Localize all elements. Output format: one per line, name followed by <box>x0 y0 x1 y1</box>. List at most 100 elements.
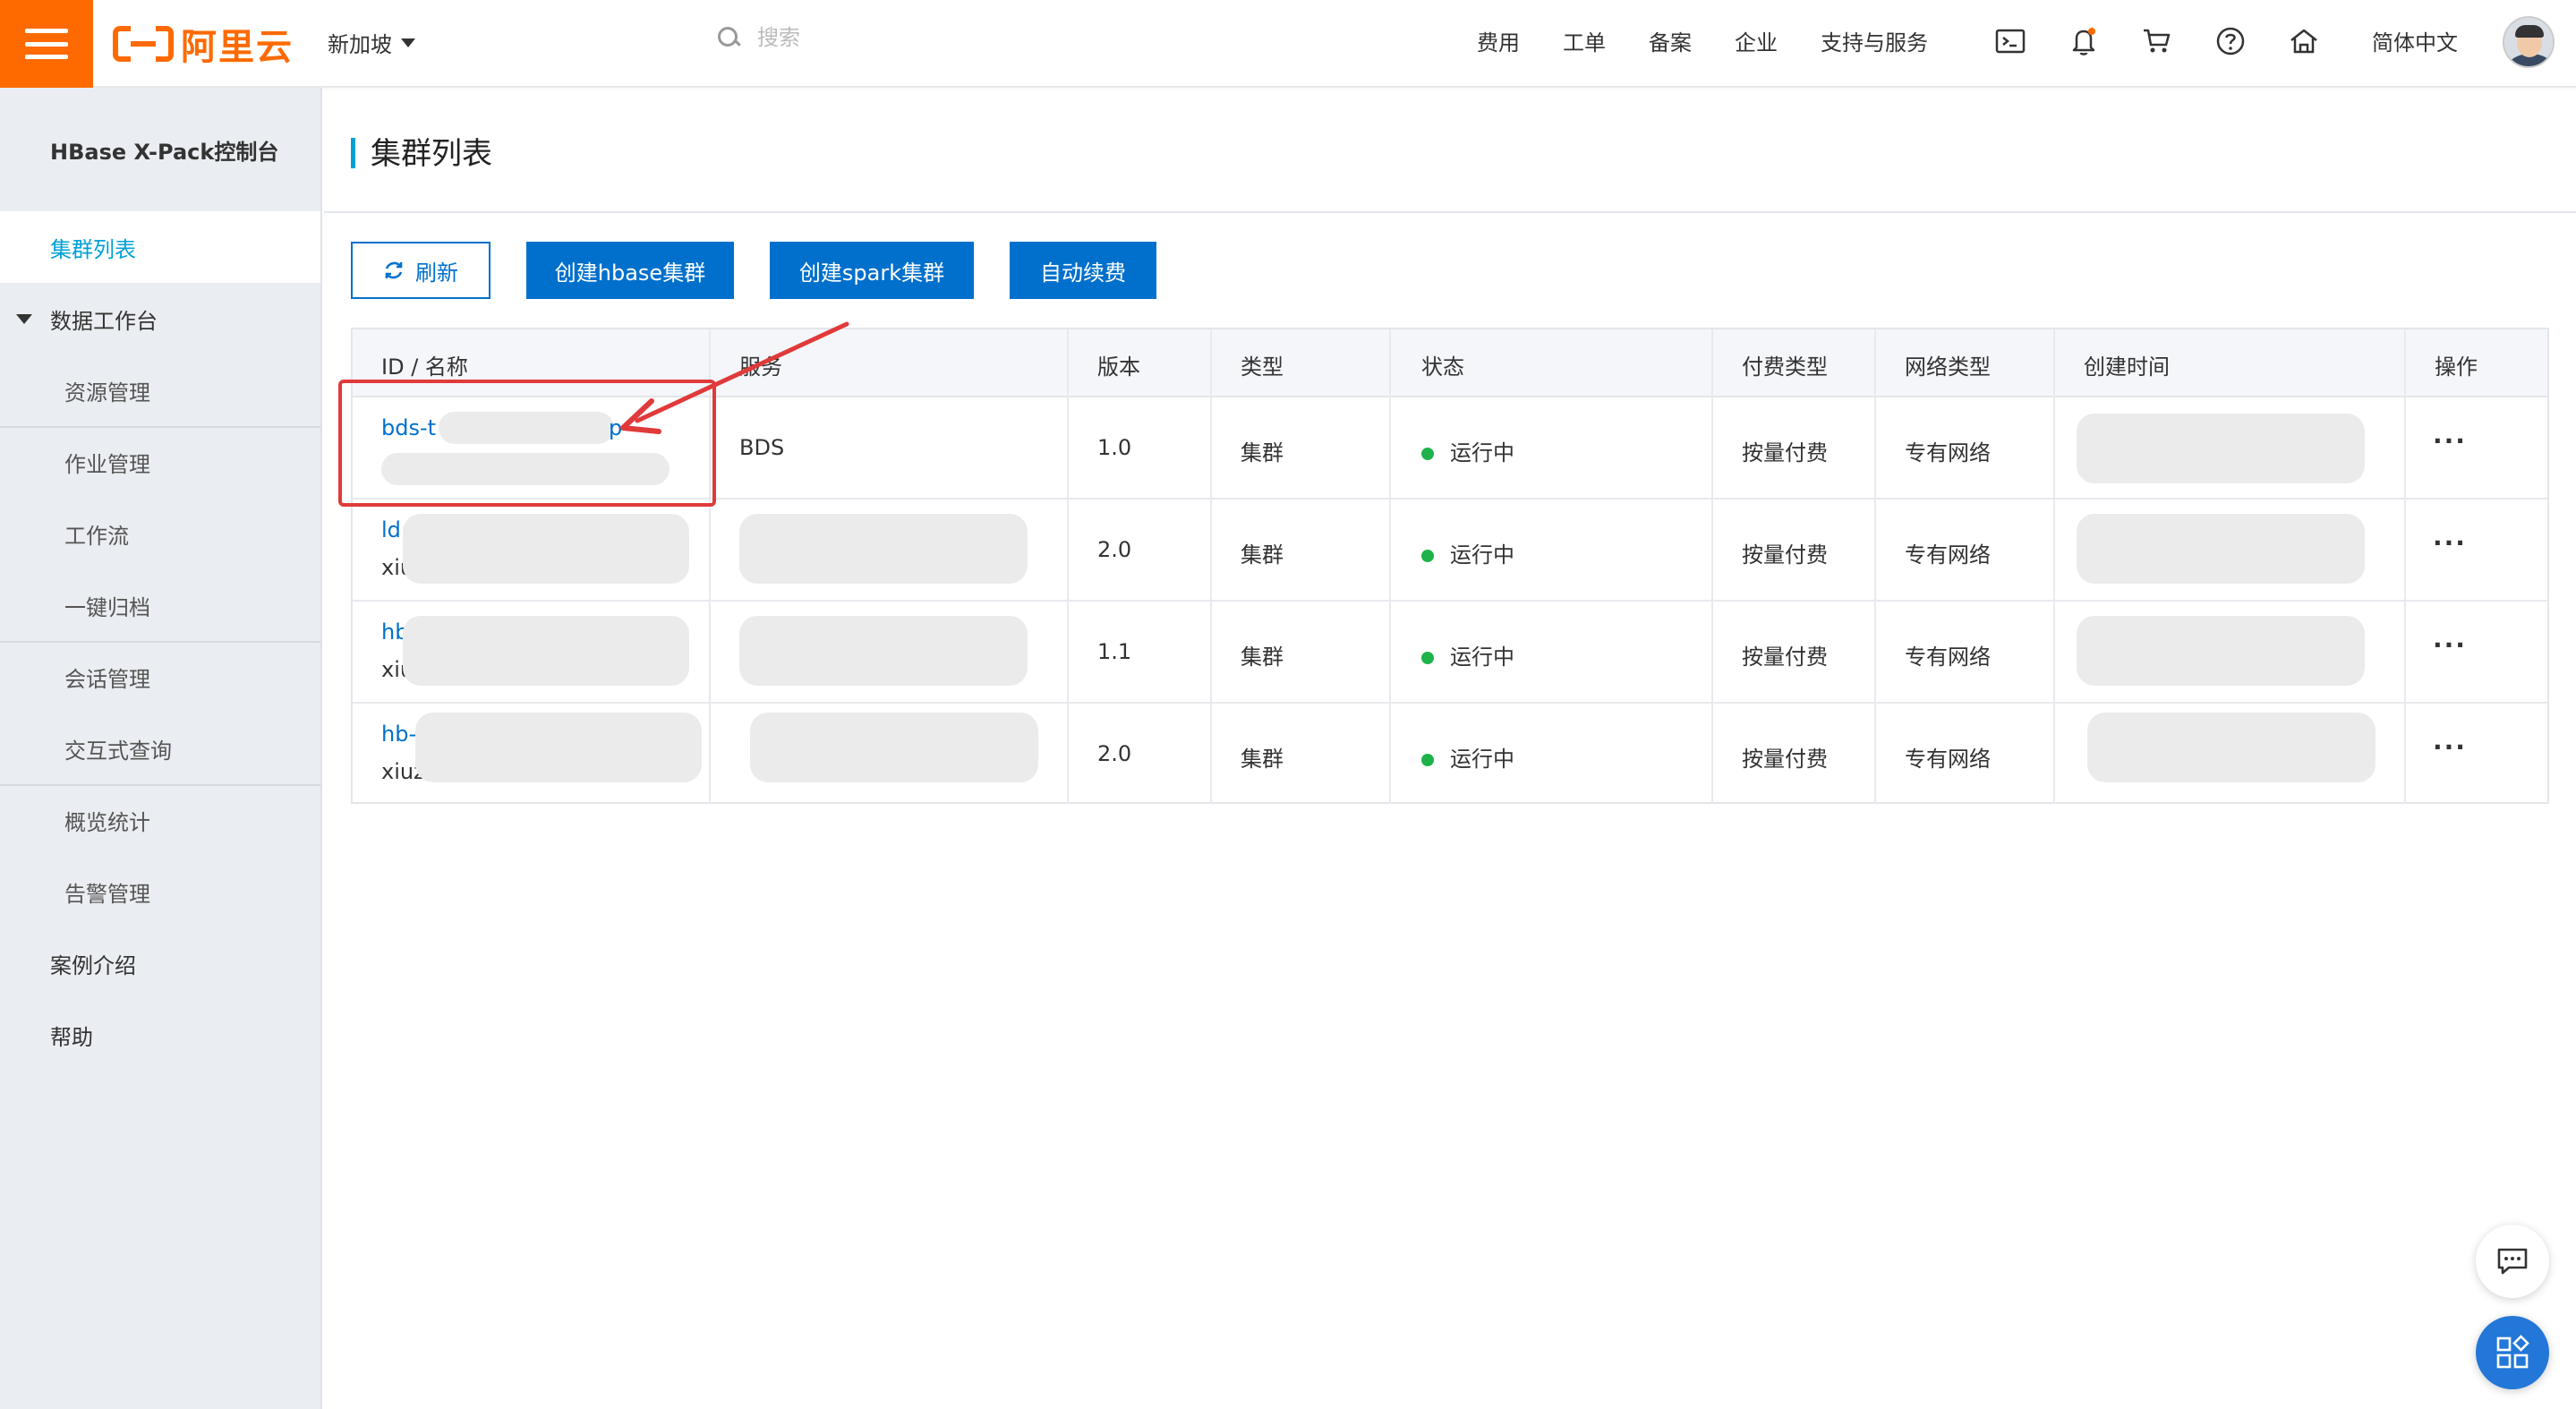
aliyun-logo-icon <box>113 26 174 62</box>
apps-grid-icon <box>2496 1335 2529 1369</box>
sidebar-item-cluster-list[interactable]: 集群列表 <box>0 211 320 283</box>
column-header-type: 类型 <box>1241 354 1284 380</box>
nav-link-billing[interactable]: 费用 <box>1477 25 1520 56</box>
sidebar-item-alert-mgmt[interactable]: 告警管理 <box>0 856 320 927</box>
redacted-created-time <box>2077 514 2365 584</box>
redacted-service <box>739 616 1028 686</box>
title-accent-bar <box>351 138 355 168</box>
nav-link-support[interactable]: 支持与服务 <box>1821 25 1928 56</box>
sidebar-item-label: 数据工作台 <box>50 308 158 334</box>
redacted-service <box>739 514 1028 584</box>
sidebar-item-session-mgmt[interactable]: 会话管理 <box>0 641 320 713</box>
nav-link-enterprise[interactable]: 企业 <box>1735 25 1778 56</box>
chat-icon <box>2497 1248 2528 1275</box>
search-box <box>716 25 1115 50</box>
sidebar-item-label: 集群列表 <box>50 236 136 262</box>
caret-down-icon <box>16 313 32 324</box>
page-header: 集群列表 <box>324 88 2576 213</box>
create-spark-cluster-button[interactable]: 创建spark集群 <box>770 242 974 299</box>
row-actions-menu[interactable]: ··· <box>2433 426 2467 456</box>
sidebar-item-resource-mgmt[interactable]: 资源管理 <box>0 354 320 426</box>
table-row: hb xiu 1.1 集群 运行中 按量付费 专有网络 ··· <box>353 602 2547 704</box>
region-label: 新加坡 <box>328 32 392 57</box>
table-row: ld xiu 2.0 集群 运行中 按量付费 专有网络 ··· <box>353 500 2547 602</box>
refresh-icon <box>385 261 403 279</box>
nav-link-icp[interactable]: 备案 <box>1649 25 1692 56</box>
redacted-id-name <box>403 514 689 584</box>
table-row: hb- xiuz 2.0 集群 运行中 按量付费 专有网络 ··· <box>353 704 2547 806</box>
sidebar-item-workflow[interactable]: 工作流 <box>0 498 320 569</box>
sidebar-item-case-intro[interactable]: 案例介绍 <box>0 927 320 999</box>
row-actions-menu[interactable]: ··· <box>2433 732 2467 762</box>
sidebar-item-overview-stats[interactable]: 概览统计 <box>0 784 320 856</box>
sidebar-item-label: 一键归档 <box>64 594 150 620</box>
sidebar-item-label: 资源管理 <box>64 380 150 406</box>
cluster-id-link[interactable]: hb- <box>381 722 416 747</box>
sidebar-item-label: 作业管理 <box>64 451 150 477</box>
row-actions-menu[interactable]: ··· <box>2433 528 2467 558</box>
sidebar-item-help[interactable]: 帮助 <box>0 999 320 1071</box>
network-value: 专有网络 <box>1905 747 1991 772</box>
page-title: 集群列表 <box>371 136 492 172</box>
search-input[interactable] <box>757 25 1115 50</box>
top-nav-icons <box>1992 23 2322 59</box>
pay-type-value: 按量付费 <box>1742 747 1828 772</box>
cluster-id-link[interactable]: ld <box>381 517 401 542</box>
status-dot-icon <box>1421 754 1434 766</box>
home-icon[interactable] <box>2286 23 2322 59</box>
column-header-status: 状态 <box>1421 354 1464 380</box>
column-header-id-name: ID / 名称 <box>381 354 468 380</box>
version-value: 2.0 <box>1097 741 1132 766</box>
column-header-pay-type: 付费类型 <box>1742 354 1828 380</box>
type-value: 集群 <box>1241 542 1284 568</box>
sidebar-item-label: 案例介绍 <box>50 952 136 978</box>
cart-icon[interactable] <box>2139 23 2175 59</box>
hamburger-menu-button[interactable] <box>0 0 93 88</box>
terminal-icon[interactable] <box>1992 23 2028 59</box>
status-badge: 运行中 <box>1421 639 1514 670</box>
version-value: 1.1 <box>1097 639 1132 664</box>
sidebar-item-label: 告警管理 <box>64 881 150 907</box>
row-actions-menu[interactable]: ··· <box>2433 630 2467 660</box>
column-header-created: 创建时间 <box>2084 354 2170 380</box>
status-dot-icon <box>1421 652 1434 664</box>
column-header-actions: 操作 <box>2435 354 2478 380</box>
status-badge: 运行中 <box>1421 435 1514 466</box>
status-dot-icon <box>1421 550 1434 562</box>
chat-float-button[interactable] <box>2476 1225 2549 1298</box>
region-selector[interactable]: 新加坡 <box>328 27 415 58</box>
user-avatar[interactable] <box>2503 16 2555 68</box>
auto-renew-button[interactable]: 自动续费 <box>1010 242 1156 299</box>
sidebar-item-interactive-query[interactable]: 交互式查询 <box>0 713 320 784</box>
refresh-button[interactable]: 刷新 <box>351 242 490 299</box>
sidebar-item-label: 交互式查询 <box>64 738 172 764</box>
language-selector[interactable]: 简体中文 <box>2372 25 2458 56</box>
status-dot-icon <box>1421 448 1434 460</box>
aliyun-logo[interactable]: 阿里云 <box>113 21 294 68</box>
pay-type-value: 按量付费 <box>1742 440 1828 465</box>
redacted-service <box>750 713 1038 782</box>
refresh-label: 刷新 <box>415 260 458 286</box>
status-badge: 运行中 <box>1421 741 1514 773</box>
redacted-created-time <box>2077 414 2365 483</box>
type-value: 集群 <box>1241 645 1284 670</box>
sidebar-item-job-mgmt[interactable]: 作业管理 <box>0 426 320 498</box>
nav-link-tickets[interactable]: 工单 <box>1563 25 1606 56</box>
network-value: 专有网络 <box>1905 440 1991 465</box>
column-header-service: 服务 <box>739 354 782 380</box>
hamburger-icon <box>25 29 68 59</box>
bell-icon[interactable] <box>2066 23 2102 59</box>
create-hbase-cluster-button[interactable]: 创建hbase集群 <box>526 242 734 299</box>
version-value: 1.0 <box>1097 435 1132 460</box>
sidebar-item-data-workbench[interactable]: 数据工作台 <box>0 283 320 354</box>
redacted-created-time <box>2087 713 2376 782</box>
sidebar-item-archive[interactable]: 一键归档 <box>0 569 320 641</box>
service-value: BDS <box>739 435 785 460</box>
annotation-highlight-box <box>338 380 716 507</box>
search-icon[interactable] <box>716 25 741 50</box>
column-header-network-type: 网络类型 <box>1905 354 1991 380</box>
pay-type-value: 按量付费 <box>1742 645 1828 670</box>
redacted-id-name <box>403 616 689 686</box>
apps-float-button[interactable] <box>2476 1316 2549 1389</box>
help-circle-icon[interactable] <box>2213 23 2248 59</box>
